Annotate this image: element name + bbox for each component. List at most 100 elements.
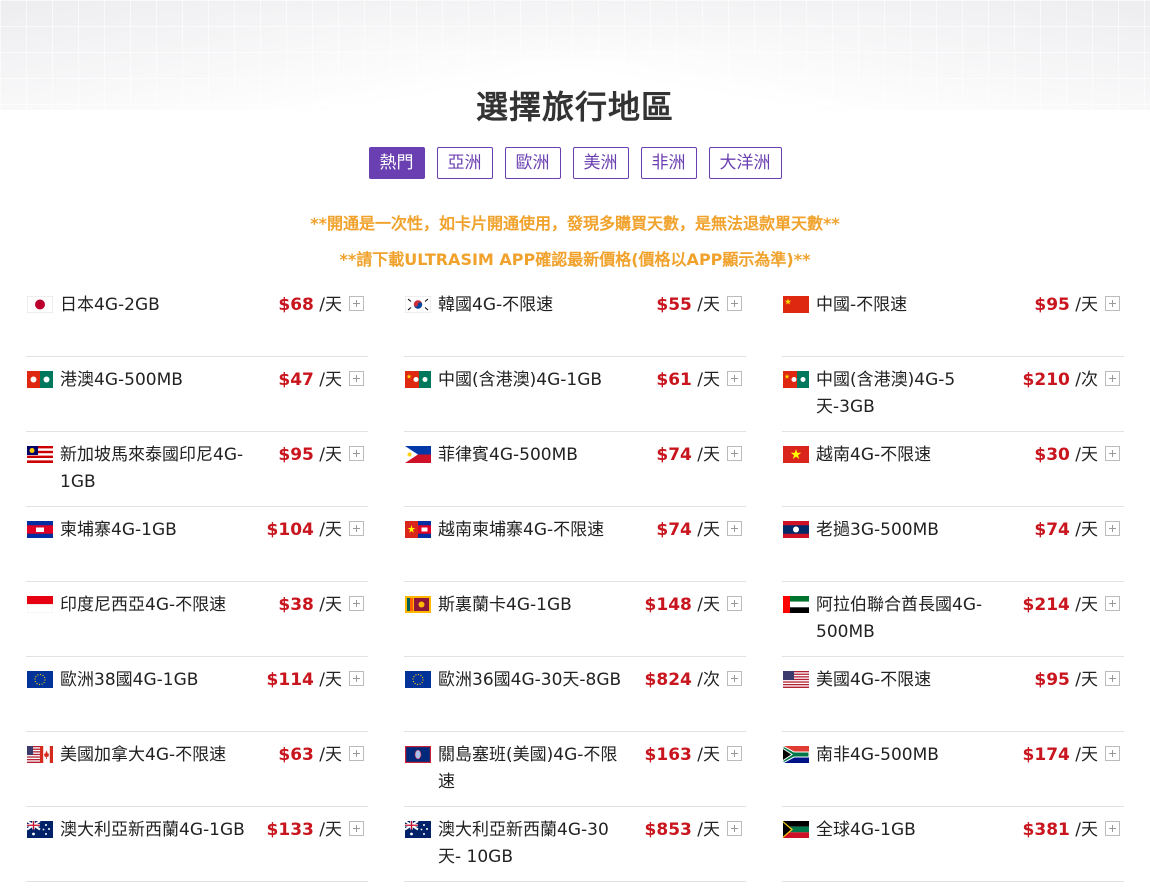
product-price: $148 /天 [645, 592, 720, 619]
expand-plus-icon[interactable] [349, 596, 364, 611]
china-hk-macau-flag-icon [405, 371, 431, 388]
expand-plus-icon[interactable] [727, 296, 742, 311]
product-price: $74 /天 [656, 517, 720, 544]
product-name: 菲律賓4G-500MB [438, 445, 578, 465]
expand-plus-icon[interactable] [1105, 596, 1120, 611]
price-unit: /天 [1069, 745, 1098, 765]
product-name: 斯裏蘭卡4G-1GB [438, 595, 572, 615]
product-item[interactable]: 菲律賓4G-500MB $74 /天 [404, 432, 746, 507]
tab-oceania[interactable]: 大洋洲 [708, 147, 782, 179]
expand-plus-icon[interactable] [1105, 446, 1120, 461]
expand-plus-icon[interactable] [1105, 746, 1120, 761]
tab-popular[interactable]: 熱門 [368, 147, 425, 179]
product-grid: 日本4G-2GB $68 /天 韓國4G-不限速 $55 /天 中國-不限速 $95 /天… [26, 282, 1124, 882]
expand-plus-icon[interactable] [727, 371, 742, 386]
expand-plus-icon[interactable] [349, 521, 364, 536]
product-item[interactable]: 澳大利亞新西蘭4G-30天- 10GB $853 /天 [404, 807, 746, 882]
product-item[interactable]: 關島塞班(美國)4G-不限速 $163 /天 [404, 732, 746, 807]
product-name: 越南4G-不限速 [816, 445, 932, 465]
expand-plus-icon[interactable] [349, 446, 364, 461]
product-name: 印度尼西亞4G-不限速 [60, 595, 227, 615]
product-item[interactable]: 柬埔寨4G-1GB $104 /天 [26, 507, 368, 582]
product-item[interactable]: 歐洲38國4G-1GB $114 /天 [26, 657, 368, 732]
price-amount: $210 [1022, 370, 1070, 390]
product-item[interactable]: 韓國4G-不限速 $55 /天 [404, 282, 746, 357]
product-price: $104 /天 [267, 517, 342, 544]
expand-plus-icon[interactable] [1105, 671, 1120, 686]
product-item[interactable]: 越南柬埔寨4G-不限速 $74 /天 [404, 507, 746, 582]
china-hk-macau-flag-icon [783, 371, 809, 388]
price-unit: /天 [313, 295, 342, 315]
product-item[interactable]: 港澳4G-500MB $47 /天 [26, 357, 368, 432]
product-name: 日本4G-2GB [60, 295, 160, 315]
product-item[interactable]: 中國-不限速 $95 /天 [782, 282, 1124, 357]
product-item[interactable]: 印度尼西亞4G-不限速 $38 /天 [26, 582, 368, 657]
global-flag-icon [783, 821, 809, 838]
expand-plus-icon[interactable] [1105, 371, 1120, 386]
china-flag-icon [783, 296, 809, 313]
expand-plus-icon[interactable] [1105, 821, 1120, 836]
product-item[interactable]: 中國(含港澳)4G-5天-3GB $210 /次 [782, 357, 1124, 432]
price-unit: /天 [313, 745, 342, 765]
product-item[interactable]: 新加坡馬來泰國印尼4G-1GB $95 /天 [26, 432, 368, 507]
region-tabs: 熱門 亞洲 歐洲 美洲 非洲 大洋洲 [0, 147, 1150, 179]
product-name: 港澳4G-500MB [60, 370, 183, 390]
expand-plus-icon[interactable] [727, 746, 742, 761]
product-price: $214 /天 [1023, 592, 1098, 619]
sea-flag-icon [27, 446, 53, 463]
expand-plus-icon[interactable] [349, 296, 364, 311]
price-amount: $853 [644, 820, 692, 840]
product-item[interactable]: 斯裏蘭卡4G-1GB $148 /天 [404, 582, 746, 657]
product-name: 新加坡馬來泰國印尼4G-1GB [60, 445, 244, 492]
expand-plus-icon[interactable] [1105, 296, 1120, 311]
expand-plus-icon[interactable] [727, 596, 742, 611]
expand-plus-icon[interactable] [349, 821, 364, 836]
expand-plus-icon[interactable] [349, 671, 364, 686]
price-amount: $74 [1034, 520, 1070, 540]
price-amount: $95 [1034, 670, 1070, 690]
expand-plus-icon[interactable] [727, 821, 742, 836]
product-item[interactable]: 澳大利亞新西蘭4G-1GB $133 /天 [26, 807, 368, 882]
expand-plus-icon[interactable] [349, 371, 364, 386]
tab-asia[interactable]: 亞洲 [436, 147, 493, 179]
product-price: $61 /天 [656, 367, 720, 394]
product-item[interactable]: 老撾3G-500MB $74 /天 [782, 507, 1124, 582]
product-item[interactable]: 南非4G-500MB $174 /天 [782, 732, 1124, 807]
usa-canada-flag-icon [27, 746, 53, 763]
expand-plus-icon[interactable] [727, 446, 742, 461]
product-name: 越南柬埔寨4G-不限速 [438, 520, 605, 540]
srilanka-flag-icon [405, 596, 431, 613]
product-item[interactable]: 中國(含港澳)4G-1GB $61 /天 [404, 357, 746, 432]
product-name: 澳大利亞新西蘭4G-1GB [60, 820, 245, 840]
hongkong-macau-flag-icon [27, 371, 53, 388]
product-item[interactable]: 美國加拿大4G-不限速 $63 /天 [26, 732, 368, 807]
product-price: $74 /天 [1034, 517, 1098, 544]
product-item[interactable]: 全球4G-1GB $381 /天 [782, 807, 1124, 882]
price-amount: $47 [278, 370, 314, 390]
product-item[interactable]: 歐洲36國4G-30天-8GB $824 /次 [404, 657, 746, 732]
tab-europe[interactable]: 歐洲 [504, 147, 561, 179]
product-item[interactable]: 阿拉伯聯合酋長國4G-500MB $214 /天 [782, 582, 1124, 657]
expand-plus-icon[interactable] [727, 521, 742, 536]
price-unit: /天 [313, 520, 342, 540]
expand-plus-icon[interactable] [727, 671, 742, 686]
tab-africa[interactable]: 非洲 [640, 147, 697, 179]
japan-flag-icon [27, 296, 53, 313]
product-item[interactable]: 越南4G-不限速 $30 /天 [782, 432, 1124, 507]
product-name: 韓國4G-不限速 [438, 295, 554, 315]
tab-americas[interactable]: 美洲 [572, 147, 629, 179]
price-unit: /天 [313, 445, 342, 465]
price-unit: /天 [313, 670, 342, 690]
vietnam-flag-icon [783, 446, 809, 463]
expand-plus-icon[interactable] [349, 746, 364, 761]
price-amount: $30 [1034, 445, 1070, 465]
price-amount: $133 [266, 820, 314, 840]
product-item[interactable]: 美國4G-不限速 $95 /天 [782, 657, 1124, 732]
product-item[interactable]: 日本4G-2GB $68 /天 [26, 282, 368, 357]
uae-flag-icon [783, 596, 809, 613]
expand-plus-icon[interactable] [1105, 521, 1120, 536]
price-amount: $95 [1034, 295, 1070, 315]
price-unit: /天 [1069, 670, 1098, 690]
price-amount: $381 [1022, 820, 1070, 840]
price-amount: $114 [266, 670, 314, 690]
